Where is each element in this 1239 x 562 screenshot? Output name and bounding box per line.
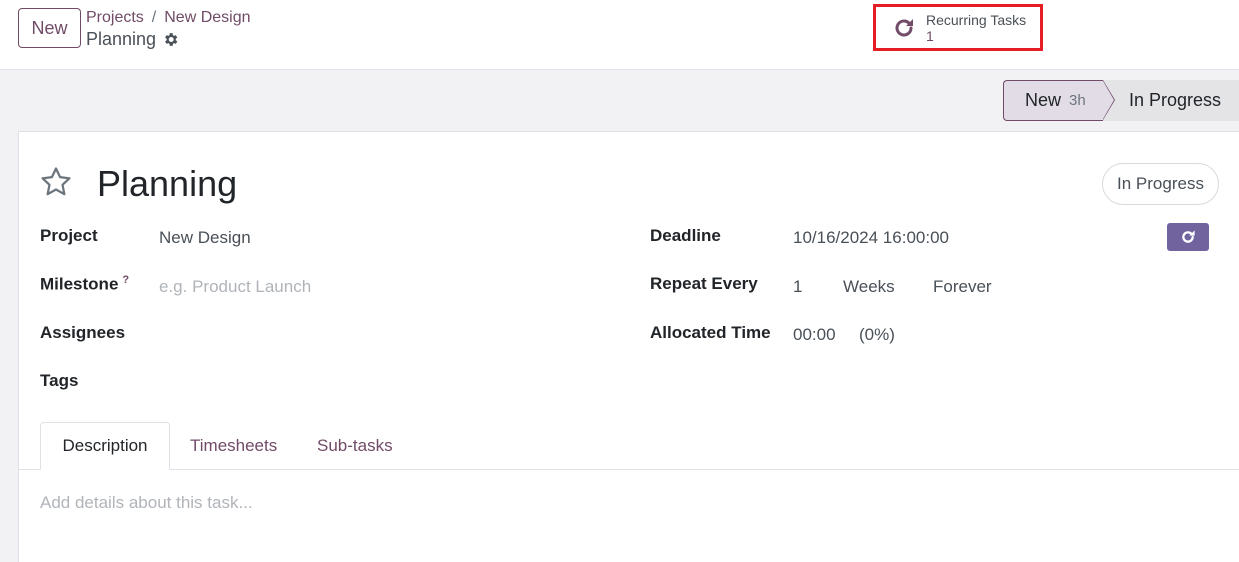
description-editor[interactable]: Add details about this task... [40, 493, 253, 513]
breadcrumb-item-projects[interactable]: Projects [86, 9, 144, 27]
assignees-label: Assignees [40, 323, 126, 342]
new-button[interactable]: New [18, 8, 81, 48]
stage-new-label: New [1025, 90, 1062, 110]
recurrence-toggle-button[interactable] [1167, 223, 1209, 251]
project-label: Project [40, 226, 98, 245]
recurring-tasks-smart-button[interactable]: Recurring Tasks 1 [873, 4, 1043, 51]
refresh-icon [1182, 230, 1195, 243]
allocated-time-label: Allocated Time [650, 323, 771, 342]
form-sheet: Planning In Progress Project New Design … [18, 131, 1239, 562]
stage-statusbar: New 3h In Progress [1003, 80, 1239, 121]
stage-in-progress-label: In Progress [1129, 90, 1222, 110]
stage-new[interactable]: New 3h [1003, 80, 1115, 121]
breadcrumb-item-new-design[interactable]: New Design [164, 9, 250, 27]
milestone-label-text: Milestone [40, 274, 119, 294]
task-state-button[interactable]: In Progress [1102, 163, 1219, 205]
deadline-label: Deadline [650, 226, 721, 245]
tags-label: Tags [40, 371, 79, 390]
current-record-name: Planning [86, 29, 157, 49]
refresh-icon [895, 18, 913, 36]
gear-icon[interactable] [162, 31, 179, 48]
notebook-tabs: Description Timesheets Sub-tasks [19, 422, 1239, 470]
project-field[interactable]: New Design [159, 228, 251, 248]
tab-sub-tasks[interactable]: Sub-tasks [297, 422, 413, 470]
repeat-interval-field[interactable]: 1 [793, 277, 802, 297]
allocated-time-field[interactable]: 00:00 [793, 325, 836, 345]
milestone-label: Milestone? [40, 274, 129, 295]
tab-description[interactable]: Description [40, 422, 170, 470]
star-icon[interactable] [39, 165, 73, 199]
allocated-time-percent: (0%) [859, 325, 895, 344]
repeat-every-label: Repeat Every [650, 274, 758, 293]
milestone-help-icon[interactable]: ? [122, 274, 129, 286]
task-title[interactable]: Planning [97, 163, 237, 205]
control-panel: New Projects / New Design Planning Recur… [0, 0, 1239, 70]
breadcrumb: Projects / New Design [86, 9, 251, 27]
recurring-tasks-count: 1 [926, 27, 934, 44]
recurring-tasks-text: Recurring Tasks 1 [926, 12, 1026, 44]
recurring-tasks-label: Recurring Tasks [926, 11, 1027, 28]
milestone-field[interactable]: e.g. Product Launch [159, 277, 311, 297]
repeat-unit-select[interactable]: Weeks [843, 277, 895, 297]
current-record-title: Planning [86, 29, 179, 50]
tab-timesheets[interactable]: Timesheets [170, 422, 297, 470]
deadline-field[interactable]: 10/16/2024 16:00:00 [793, 228, 949, 248]
repeat-type-select[interactable]: Forever [933, 277, 992, 297]
stage-new-badge: 3h [1069, 92, 1086, 109]
breadcrumb-separator: / [151, 9, 157, 26]
stage-in-progress[interactable]: In Progress [1103, 80, 1239, 121]
